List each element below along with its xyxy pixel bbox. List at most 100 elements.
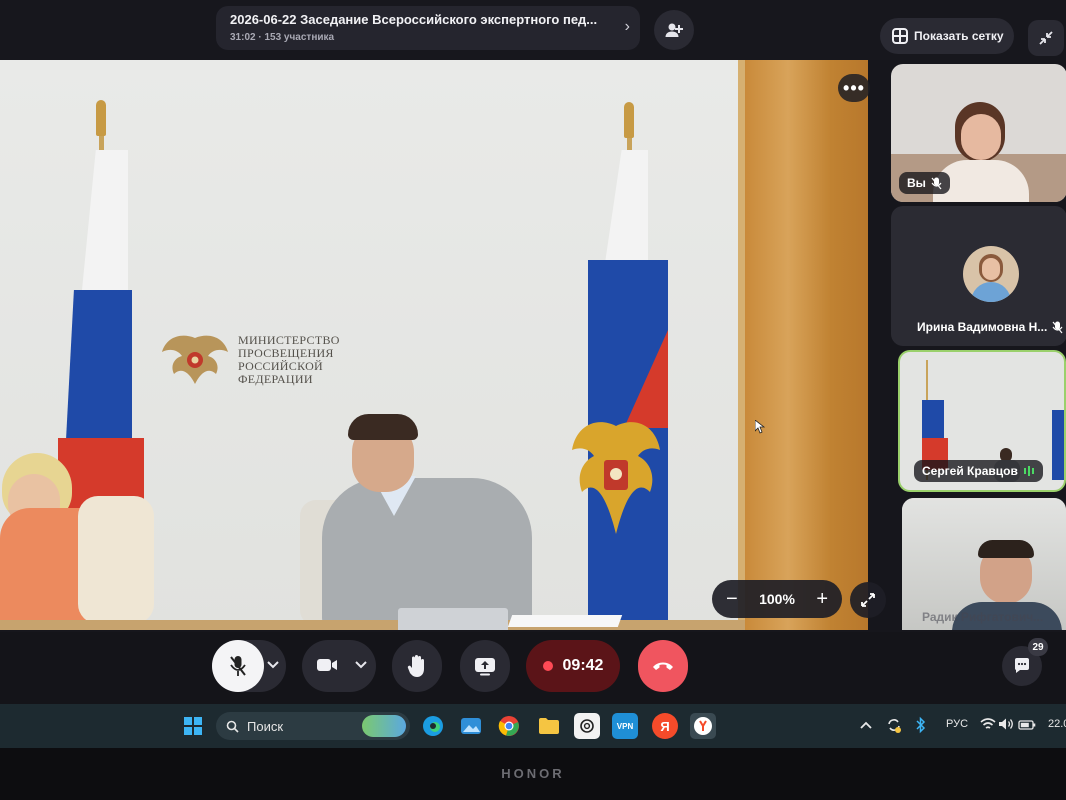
taskbar-yandex-browser[interactable] bbox=[690, 713, 716, 739]
chair-back bbox=[78, 496, 154, 624]
chevron-up-icon[interactable] bbox=[860, 720, 872, 730]
search-icon bbox=[226, 720, 239, 733]
main-speaker-video[interactable]: МИНИСТЕРСТВО ПРОСВЕЩЕНИЯ РОССИЙСКОЙ ФЕДЕ… bbox=[0, 60, 868, 630]
windows-taskbar: Поиск VPN Я РУС 22. bbox=[0, 704, 1066, 748]
screen: 2026-06-22 Заседание Всероссийского эксп… bbox=[0, 0, 1066, 748]
person-hair bbox=[978, 540, 1034, 558]
camera-control[interactable] bbox=[302, 640, 376, 692]
taskbar-chrome[interactable] bbox=[496, 713, 522, 739]
chevron-down-icon[interactable] bbox=[354, 660, 368, 670]
golden-eagle-emblem-icon bbox=[572, 422, 660, 534]
taskbar-file-explorer[interactable] bbox=[536, 713, 562, 739]
participant-label: Ирина Вадимовна Н... bbox=[909, 316, 1066, 338]
vpn-icon: VPN bbox=[616, 721, 634, 731]
flag-finial bbox=[96, 100, 106, 136]
volume-icon[interactable] bbox=[998, 717, 1014, 731]
input-language[interactable]: РУС bbox=[946, 718, 968, 730]
more-options-button[interactable]: ••• bbox=[838, 74, 870, 102]
mouse-cursor-icon bbox=[755, 420, 765, 434]
flag-finial bbox=[624, 102, 634, 138]
camera-icon bbox=[317, 659, 337, 671]
participant-name: Сергей Кравцов bbox=[922, 464, 1018, 478]
desk bbox=[0, 620, 745, 630]
meeting-subtitle: 31:02 · 153 участника bbox=[230, 32, 335, 43]
yandex-icon: Я bbox=[660, 718, 670, 734]
battery-icon[interactable] bbox=[1018, 717, 1036, 731]
chevron-right-icon: › bbox=[624, 18, 630, 35]
fullscreen-button[interactable] bbox=[850, 582, 886, 618]
yandex-browser-icon bbox=[694, 717, 712, 735]
photos-icon bbox=[461, 718, 481, 734]
share-screen-button[interactable] bbox=[460, 640, 510, 692]
raise-hand-button[interactable] bbox=[392, 640, 442, 692]
chat-unread-badge: 29 bbox=[1028, 638, 1048, 656]
participant-label: Вы bbox=[899, 172, 950, 194]
ministry-logo-small bbox=[946, 412, 986, 428]
windows-logo-icon bbox=[184, 717, 202, 735]
search-label: Поиск bbox=[247, 718, 284, 734]
chat-icon bbox=[1014, 658, 1029, 673]
hang-up-icon bbox=[653, 662, 673, 670]
speaking-indicator-icon bbox=[1023, 466, 1034, 476]
zoom-out-button[interactable]: − bbox=[726, 588, 738, 611]
wood-panel bbox=[745, 60, 868, 630]
participant-tile[interactable]: Радик Рифгатович... bbox=[902, 498, 1066, 630]
collapse-icon bbox=[1039, 31, 1053, 45]
zoom-control: − 100% + bbox=[712, 580, 842, 618]
search-highlight-image bbox=[362, 715, 406, 737]
flag-blue-stripe bbox=[66, 290, 132, 440]
recording-time: 09:42 bbox=[562, 657, 604, 674]
participant-tile[interactable]: Ирина Вадимовна Н... bbox=[891, 206, 1066, 346]
clock[interactable]: 22.0 bbox=[1048, 718, 1066, 730]
taskbar-chatgpt[interactable] bbox=[574, 713, 600, 739]
avatar bbox=[963, 246, 1019, 302]
grid-icon bbox=[892, 28, 908, 44]
bluetooth-icon[interactable] bbox=[916, 716, 926, 734]
sync-icon[interactable] bbox=[886, 716, 902, 734]
recording-indicator[interactable]: 09:42 bbox=[526, 640, 620, 692]
zoom-level: 100% bbox=[759, 591, 795, 607]
add-participant-button[interactable] bbox=[654, 10, 694, 50]
end-call-button[interactable] bbox=[638, 640, 688, 692]
taskbar-yandex[interactable]: Я bbox=[652, 713, 678, 739]
edge-icon bbox=[423, 716, 443, 736]
openai-icon bbox=[580, 719, 594, 733]
ministry-line: ФЕДЕРАЦИИ bbox=[238, 372, 313, 386]
taskbar-search[interactable]: Поиск bbox=[216, 712, 410, 740]
record-dot-icon bbox=[542, 661, 553, 671]
mic-muted-icon bbox=[931, 177, 942, 189]
start-button[interactable] bbox=[180, 713, 206, 739]
microphone-control bbox=[212, 640, 286, 692]
monitor-bezel: 2026-06-22 Заседание Всероссийского эксп… bbox=[0, 0, 1066, 800]
participant-tile-self[interactable]: Вы bbox=[891, 64, 1066, 202]
minimize-view-button[interactable] bbox=[1028, 20, 1064, 56]
flag-blue-field bbox=[1052, 410, 1064, 480]
wifi-icon[interactable] bbox=[980, 717, 996, 731]
avatar-shirt bbox=[971, 282, 1011, 302]
taskbar-edge[interactable] bbox=[420, 713, 446, 739]
meeting-title-pill[interactable]: 2026-06-22 Заседание Всероссийского эксп… bbox=[216, 6, 640, 50]
participant-name: Ирина Вадимовна Н... bbox=[917, 320, 1048, 334]
eagle-emblem-icon bbox=[162, 335, 228, 384]
monitor-brand-logo: HONOR bbox=[501, 766, 565, 781]
participants-panel: Вы Ирина Вадимовна Н... Сергей Кравцов Р… bbox=[888, 60, 1066, 630]
mic-muted-icon bbox=[230, 656, 246, 676]
expand-icon bbox=[861, 593, 875, 607]
top-bar: 2026-06-22 Заседание Всероссийского эксп… bbox=[0, 0, 1066, 60]
participant-tile-active-speaker[interactable]: Сергей Кравцов bbox=[898, 350, 1066, 492]
person-face bbox=[961, 114, 1001, 160]
chrome-icon bbox=[498, 716, 519, 736]
chevron-down-icon[interactable] bbox=[266, 660, 280, 670]
taskbar-photos[interactable] bbox=[458, 713, 484, 739]
add-user-icon bbox=[665, 23, 683, 37]
laptop bbox=[398, 608, 508, 630]
mute-toggle-button[interactable] bbox=[212, 640, 264, 692]
avatar-face bbox=[982, 258, 1000, 280]
participant-name: Радик Рифгатович... bbox=[922, 610, 1044, 624]
taskbar-vpn[interactable]: VPN bbox=[612, 713, 638, 739]
call-controls: 09:42 29 bbox=[0, 632, 1066, 704]
zoom-in-button[interactable]: + bbox=[816, 588, 828, 611]
person-grey-sweater bbox=[322, 478, 532, 628]
participant-label: Сергей Кравцов bbox=[914, 460, 1043, 482]
show-grid-button[interactable]: Показать сетку bbox=[880, 18, 1014, 54]
